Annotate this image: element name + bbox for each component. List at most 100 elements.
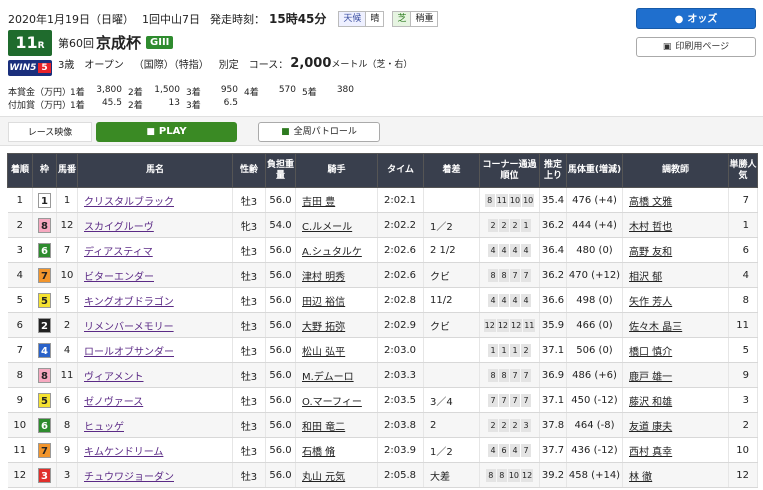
popularity: 6 — [728, 237, 758, 263]
horse-name-link[interactable]: リメンバーメモリー — [84, 322, 174, 333]
jockey-link[interactable]: 石橋 脩 — [302, 447, 335, 458]
horse-cell: ロールオブサンダー — [77, 337, 233, 363]
odds-icon: ● — [674, 14, 684, 25]
trainer-link[interactable]: 鹿戸 雄一 — [629, 372, 672, 383]
jockey-link[interactable]: 松山 弘平 — [302, 347, 345, 358]
trainer-link[interactable]: 橋口 慎介 — [629, 347, 672, 358]
corner-positions: 8877 — [479, 262, 540, 288]
waku-badge: 6 — [38, 417, 51, 433]
corner-position: 7 — [510, 268, 520, 282]
waku-cell: 1 — [32, 187, 57, 213]
carried-weight: 56.0 — [265, 437, 296, 463]
column-header: 馬番 — [56, 153, 78, 188]
print-page-button[interactable]: ▣ 印刷用ページ — [636, 37, 756, 57]
popularity: 4 — [728, 262, 758, 288]
jockey-link[interactable]: 吉田 豊 — [302, 197, 335, 208]
trainer-link[interactable]: 友道 康夫 — [629, 422, 672, 433]
trainer-link[interactable]: 相沢 郁 — [629, 272, 662, 283]
corner-position: 4 — [499, 293, 509, 307]
finish-rank: 4 — [7, 262, 33, 288]
jockey-link[interactable]: 津村 明秀 — [302, 272, 345, 283]
column-header: 調教師 — [622, 153, 729, 188]
margin: クビ — [423, 312, 480, 338]
horse-name-link[interactable]: ヴィアメント — [84, 372, 144, 383]
horse-name-link[interactable]: クリスタルブラック — [84, 197, 174, 208]
waku-cell: 8 — [32, 212, 57, 238]
trainer-cell: 相沢 郁 — [622, 262, 729, 288]
going-value: 稍重 — [411, 10, 439, 27]
race-name: 京成杯 — [96, 34, 142, 52]
popularity: 5 — [728, 337, 758, 363]
jockey-link[interactable]: C.ルメール — [302, 222, 352, 233]
trainer-link[interactable]: 矢作 芳人 — [629, 297, 672, 308]
course-label: コース： — [248, 60, 289, 71]
jockey-link[interactable]: 田辺 裕信 — [302, 297, 345, 308]
jockey-link[interactable]: 和田 竜二 — [302, 422, 345, 433]
finish-time: 2:03.5 — [377, 387, 424, 413]
meeting: 1回中山7日 — [142, 12, 200, 26]
trainer-link[interactable]: 藤沢 和雄 — [629, 397, 672, 408]
corner-position: 8 — [488, 368, 498, 382]
waku-cell: 2 — [32, 312, 57, 338]
corner-position: 8 — [484, 193, 495, 207]
horse-number: 4 — [56, 337, 78, 363]
horse-number: 6 — [56, 387, 78, 413]
trainer-link[interactable]: 佐々木 晶三 — [629, 322, 682, 333]
distance: 2,000 — [290, 56, 332, 71]
trainer-link[interactable]: 木村 哲也 — [629, 222, 672, 233]
trainer-cell: 西村 真幸 — [622, 437, 729, 463]
horse-number: 9 — [56, 437, 78, 463]
finish-rank: 3 — [7, 237, 33, 263]
last-3f: 37.7 — [539, 437, 567, 463]
jockey-link[interactable]: M.デムーロ — [302, 372, 354, 383]
corner-position: 4 — [488, 443, 498, 457]
patrol-button[interactable]: ■ 全周パトロール — [258, 122, 380, 142]
horse-name-link[interactable]: ビターエンダー — [84, 272, 154, 283]
horse-name-link[interactable]: ゼノヴァース — [84, 397, 143, 408]
trainer-link[interactable]: 高野 友和 — [629, 247, 672, 258]
carried-weight: 56.0 — [265, 312, 296, 338]
corner-position: 8 — [485, 468, 496, 482]
margin: 1／2 — [423, 212, 480, 238]
jockey-link[interactable]: 丸山 元気 — [302, 472, 345, 483]
corner-position: 2 — [499, 218, 509, 232]
horse-name-link[interactable]: ロールオブサンダー — [84, 347, 174, 358]
finish-rank: 6 — [7, 312, 33, 338]
corner-position: 1 — [510, 343, 520, 357]
column-header: タイム — [377, 153, 424, 188]
play-button[interactable]: ■ PLAY — [96, 122, 237, 142]
jockey-link[interactable]: A.シュタルケ — [302, 247, 362, 258]
horse-number: 10 — [56, 262, 78, 288]
horse-name-link[interactable]: キムケンドリーム — [84, 447, 163, 458]
horse-name-link[interactable]: チュウワジョーダン — [84, 472, 174, 483]
last-3f: 37.1 — [539, 387, 567, 413]
jockey-link[interactable]: 大野 拓弥 — [302, 322, 345, 333]
table-row: 2 8 12 スカイグルーヴ 牝3 54.0 C.ルメール 2:02.2 1／2 2 2 2 1 36.2… — [7, 212, 758, 238]
table-row: 6 2 2 リメンバーメモリー 牡3 56.0 大野 拓弥 2:02.9 クビ 12 12 12 11 3… — [7, 312, 758, 338]
finish-time: 2:05.8 — [377, 462, 424, 488]
table-row: 3 6 7 ディアスティマ 牡3 56.0 A.シュタルケ 2:02.6 2 1/2 4 4 4 4 36… — [7, 237, 758, 263]
trainer-link[interactable]: 高橋 文雅 — [629, 197, 672, 208]
corner-position: 4 — [488, 243, 498, 257]
odds-button[interactable]: ● オッズ — [636, 8, 756, 29]
popularity: 12 — [728, 462, 758, 488]
corner-position: 4 — [510, 243, 520, 257]
body-weight: 480 (0) — [566, 237, 623, 263]
horse-cell: ヒュッゲ — [77, 412, 233, 438]
sex-age: 牡3 — [232, 187, 266, 213]
trainer-link[interactable]: 西村 真幸 — [629, 447, 672, 458]
horse-name-link[interactable]: スカイグルーヴ — [84, 222, 154, 233]
margin — [423, 187, 480, 213]
trainer-link[interactable]: 林 徹 — [629, 472, 652, 483]
jockey-link[interactable]: O.マーフィー — [302, 397, 362, 408]
table-row: 9 5 6 ゼノヴァース 牡3 56.0 O.マーフィー 2:03.5 3／4 7 7 7 7 37.1 4… — [7, 387, 758, 413]
waku-badge: 3 — [38, 467, 51, 483]
horse-name-link[interactable]: ヒュッゲ — [84, 422, 124, 433]
carried-weight: 56.0 — [265, 262, 296, 288]
column-header: 騎手 — [295, 153, 378, 188]
horse-name-link[interactable]: ディアスティマ — [84, 247, 153, 258]
waku-badge: 6 — [38, 242, 51, 258]
jockey-cell: 田辺 裕信 — [295, 287, 378, 313]
corner-positions: 2221 — [479, 212, 540, 238]
horse-name-link[interactable]: キングオブドラゴン — [84, 297, 174, 308]
